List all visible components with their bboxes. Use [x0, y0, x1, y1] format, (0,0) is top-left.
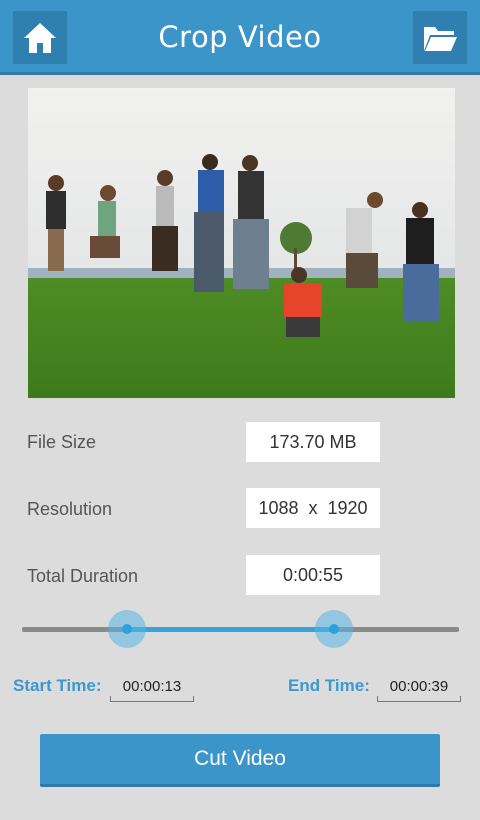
cut-video-button[interactable]: Cut Video [40, 734, 440, 787]
file-size-value: 173.70 MB [246, 422, 380, 462]
file-size-label: File Size [27, 432, 97, 452]
page-title: Crop Video [158, 20, 322, 54]
start-time-field[interactable]: 00:00:13 [110, 676, 194, 702]
duration-value: 0:00:55 [246, 555, 380, 595]
folder-icon [424, 26, 457, 51]
open-folder-button[interactable] [413, 11, 467, 64]
trim-range-slider[interactable] [22, 610, 459, 650]
end-time-label: End Time: [288, 676, 370, 695]
resolution-value: 1088 x 1920 [246, 488, 380, 528]
resolution-label: Resolution [27, 499, 113, 519]
end-time-field[interactable]: 00:00:39 [377, 676, 461, 702]
end-handle[interactable] [315, 610, 353, 648]
start-time-label: Start Time: [13, 676, 102, 695]
video-preview[interactable] [28, 88, 455, 398]
selected-range [127, 627, 334, 632]
video-thumbnail [28, 88, 455, 398]
app-header: Crop Video [0, 0, 480, 75]
start-handle[interactable] [108, 610, 146, 648]
duration-label: Total Duration [27, 566, 139, 586]
